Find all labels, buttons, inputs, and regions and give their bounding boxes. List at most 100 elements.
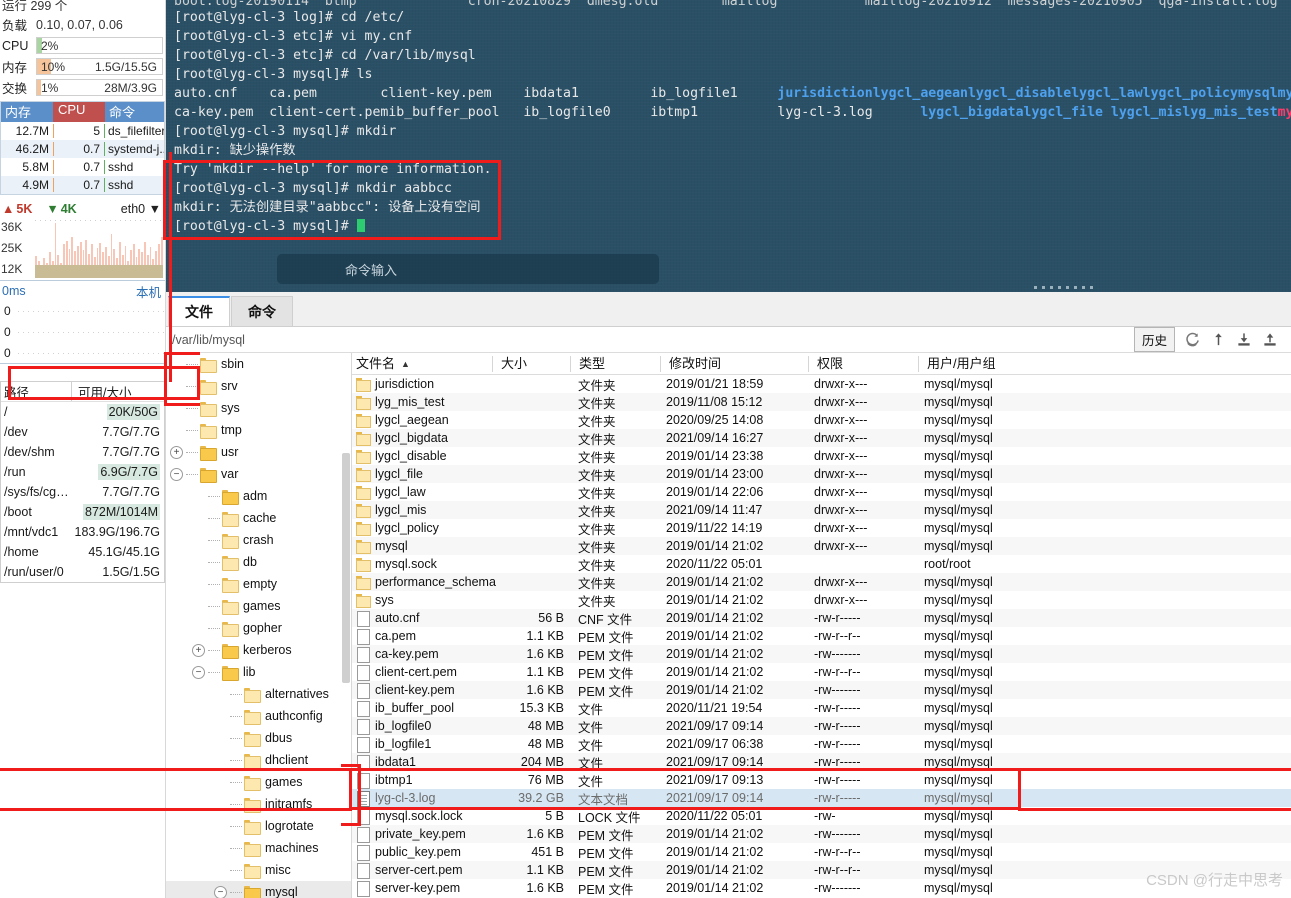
table-row[interactable]: auto.cnf 56 B CNF 文件 2019/01/14 21:02 -rw-r-…	[352, 609, 1291, 627]
file-mtime: 2021/09/17 09:13	[666, 773, 764, 787]
tree-node[interactable]: crash	[166, 529, 351, 551]
disk-row[interactable]: /run/user/0 1.5G/1.5G	[1, 562, 164, 582]
table-row[interactable]: lygcl_disable 文件夹 2019/01/14 23:38 drwxr-x-…	[352, 447, 1291, 465]
history-button[interactable]: 历史	[1133, 327, 1175, 352]
disk-row[interactable]: /home 45.1G/45.1G	[1, 542, 164, 562]
tree-node[interactable]: − var	[166, 463, 351, 485]
tree-node[interactable]: dhclient	[166, 749, 351, 771]
tree-node[interactable]: machines	[166, 837, 351, 859]
tree-node[interactable]: games	[166, 771, 351, 793]
tree-node[interactable]: misc	[166, 859, 351, 881]
tree-node[interactable]: − lib	[166, 661, 351, 683]
disk-col-path[interactable]: 路径	[1, 382, 71, 401]
disk-row[interactable]: /dev/shm 7.7G/7.7G	[1, 442, 164, 462]
table-row[interactable]: lyg_mis_test 文件夹 2019/11/08 15:12 drwxr-x--…	[352, 393, 1291, 411]
path-input[interactable]: /var/lib/mysql	[166, 333, 1134, 347]
download-icon[interactable]	[1233, 330, 1255, 350]
tree-node[interactable]: srv	[166, 375, 351, 397]
process-col-command[interactable]: 命令	[105, 102, 164, 122]
table-row[interactable]: ibtmp1 76 MB 文件 2021/09/17 09:13 -rw-r----- m…	[352, 771, 1291, 789]
table-row[interactable]: mysql 文件夹 2019/01/14 21:02 drwxr-x--- mysql/…	[352, 537, 1291, 555]
table-row[interactable]: sys 文件夹 2019/01/14 21:02 drwxr-x--- mysql/my…	[352, 591, 1291, 609]
table-row[interactable]: private_key.pem 1.6 KB PEM 文件 2019/01/14 21…	[352, 825, 1291, 843]
column-mtime[interactable]: 修改时间	[660, 355, 808, 372]
tree-node[interactable]: alternatives	[166, 683, 351, 705]
command-input-overlay[interactable]: 命令输入	[277, 254, 659, 284]
table-row[interactable]: ib_buffer_pool 15.3 KB 文件 2020/11/21 19:54 -…	[352, 699, 1291, 717]
table-row[interactable]: jurisdiction 文件夹 2019/01/21 18:59 drwxr-x--…	[352, 375, 1291, 393]
tree-node[interactable]: + kerberos	[166, 639, 351, 661]
tab-files[interactable]: 文件	[168, 296, 230, 326]
tree-node[interactable]: + usr	[166, 441, 351, 463]
disk-row[interactable]: /mnt/vdc1 183.9G/196.7G	[1, 522, 164, 542]
tab-commands[interactable]: 命令	[231, 296, 293, 326]
tree-node[interactable]: tmp	[166, 419, 351, 441]
column-permissions[interactable]: 权限	[808, 355, 918, 372]
upload-arrow-icon[interactable]	[1207, 330, 1229, 350]
table-row[interactable]: ca-key.pem 1.6 KB PEM 文件 2019/01/14 21:02 -r…	[352, 645, 1291, 663]
tree-node[interactable]: authconfig	[166, 705, 351, 727]
table-row[interactable]: ca.pem 1.1 KB PEM 文件 2019/01/14 21:02 -rw-r-…	[352, 627, 1291, 645]
process-row[interactable]: 12.7M 5 ds_filefilter	[1, 122, 164, 140]
tree-node[interactable]: logrotate	[166, 815, 351, 837]
directory-tree[interactable]: sbin srv sys tmp + usr − var adm cache crash db empt…	[166, 353, 352, 898]
table-row[interactable]: lygcl_mis 文件夹 2021/09/14 11:47 drwxr-x--- my…	[352, 501, 1291, 519]
table-row[interactable]: mysql.sock 文件夹 2020/11/22 05:01 root/root	[352, 555, 1291, 573]
column-type[interactable]: 类型	[570, 355, 660, 372]
expand-icon[interactable]: +	[192, 643, 205, 657]
tree-node[interactable]: dbus	[166, 727, 351, 749]
table-row[interactable]: lygcl_law 文件夹 2019/01/14 22:06 drwxr-x--- my…	[352, 483, 1291, 501]
tree-node[interactable]: empty	[166, 573, 351, 595]
tree-node[interactable]: cache	[166, 507, 351, 529]
table-row[interactable]: client-cert.pem 1.1 KB PEM 文件 2019/01/14 21…	[352, 663, 1291, 681]
file-type: PEM 文件	[578, 828, 634, 843]
table-row[interactable]: ibdata1 204 MB 文件 2021/09/17 09:14 -rw-r----…	[352, 753, 1291, 771]
tree-node[interactable]: adm	[166, 485, 351, 507]
table-row[interactable]: lygcl_bigdata 文件夹 2021/09/14 16:27 drwxr-x-…	[352, 429, 1291, 447]
table-row[interactable]: performance_schema 文件夹 2019/01/14 21:02 drw…	[352, 573, 1291, 591]
table-row[interactable]: mysql.sock.lock 5 B LOCK 文件 2020/11/22 05:0…	[352, 807, 1291, 825]
table-row[interactable]: lygcl_file 文件夹 2019/01/14 23:00 drwxr-x--- m…	[352, 465, 1291, 483]
expand-icon[interactable]: +	[170, 445, 183, 459]
column-owner[interactable]: 用户/用户组	[918, 355, 1291, 372]
column-filename[interactable]: 文件名 ▲	[352, 356, 492, 372]
disk-row[interactable]: /dev 7.7G/7.7G	[1, 422, 164, 442]
upload-icon[interactable]	[1259, 330, 1281, 350]
table-row[interactable]: public_key.pem 451 B PEM 文件 2019/01/14 21:0…	[352, 843, 1291, 861]
collapse-icon[interactable]: −	[170, 467, 183, 481]
process-col-memory[interactable]: 内存	[1, 102, 53, 122]
collapse-icon[interactable]: −	[192, 665, 205, 679]
tree-node[interactable]: games	[166, 595, 351, 617]
disk-row[interactable]: /boot 872M/1014M	[1, 502, 164, 522]
tree-node[interactable]: − mysql	[166, 881, 351, 898]
tree-node[interactable]: sys	[166, 397, 351, 419]
table-row[interactable]: ib_logfile1 48 MB 文件 2021/09/17 06:38 -rw-r-…	[352, 735, 1291, 753]
process-row[interactable]: 46.2M 0.7 systemd-j...	[1, 140, 164, 158]
tree-node[interactable]: initramfs	[166, 793, 351, 815]
table-row[interactable]: lyg-cl-3.log 39.2 GB 文本文档 2021/09/17 09:14 -…	[352, 789, 1291, 807]
process-row[interactable]: 4.9M 0.7 sshd	[1, 176, 164, 194]
table-row[interactable]: ib_logfile0 48 MB 文件 2021/09/17 09:14 -rw-r-…	[352, 717, 1291, 735]
table-row[interactable]: lygcl_aegean 文件夹 2020/09/25 14:08 drwxr-x--…	[352, 411, 1291, 429]
network-interface-selector[interactable]: eth0 ▼	[121, 202, 165, 216]
column-size[interactable]: 大小	[492, 355, 570, 372]
process-row[interactable]: 5.8M 0.7 sshd	[1, 158, 164, 176]
collapse-icon[interactable]: −	[214, 885, 227, 898]
refresh-icon[interactable]	[1181, 330, 1203, 350]
process-col-cpu[interactable]: CPU	[53, 102, 105, 122]
tree-node[interactable]: gopher	[166, 617, 351, 639]
tree-scrollbar[interactable]	[342, 453, 350, 683]
disk-row[interactable]: / 20K/50G	[1, 402, 164, 422]
file-permissions: -rw-r--r--	[814, 845, 861, 859]
tree-node[interactable]: sbin	[166, 353, 351, 375]
ping-target[interactable]: 本机	[136, 282, 165, 301]
file-icon	[356, 827, 370, 843]
disk-col-size[interactable]: 可用/大小	[71, 382, 164, 401]
disk-row[interactable]: /sys/fs/cg… 7.7G/7.7G	[1, 482, 164, 502]
terminal-clipped-top-line: boot.log-20190114 btmp cron-20210829 dme…	[174, 0, 1278, 9]
terminal-output-pane[interactable]: boot.log-20190114 btmp cron-20210829 dme…	[166, 0, 1291, 292]
table-row[interactable]: client-key.pem 1.6 KB PEM 文件 2019/01/14 21:…	[352, 681, 1291, 699]
tree-node[interactable]: db	[166, 551, 351, 573]
table-row[interactable]: lygcl_policy 文件夹 2019/11/22 14:19 drwxr-x--…	[352, 519, 1291, 537]
disk-row[interactable]: /run 6.9G/7.7G	[1, 462, 164, 482]
